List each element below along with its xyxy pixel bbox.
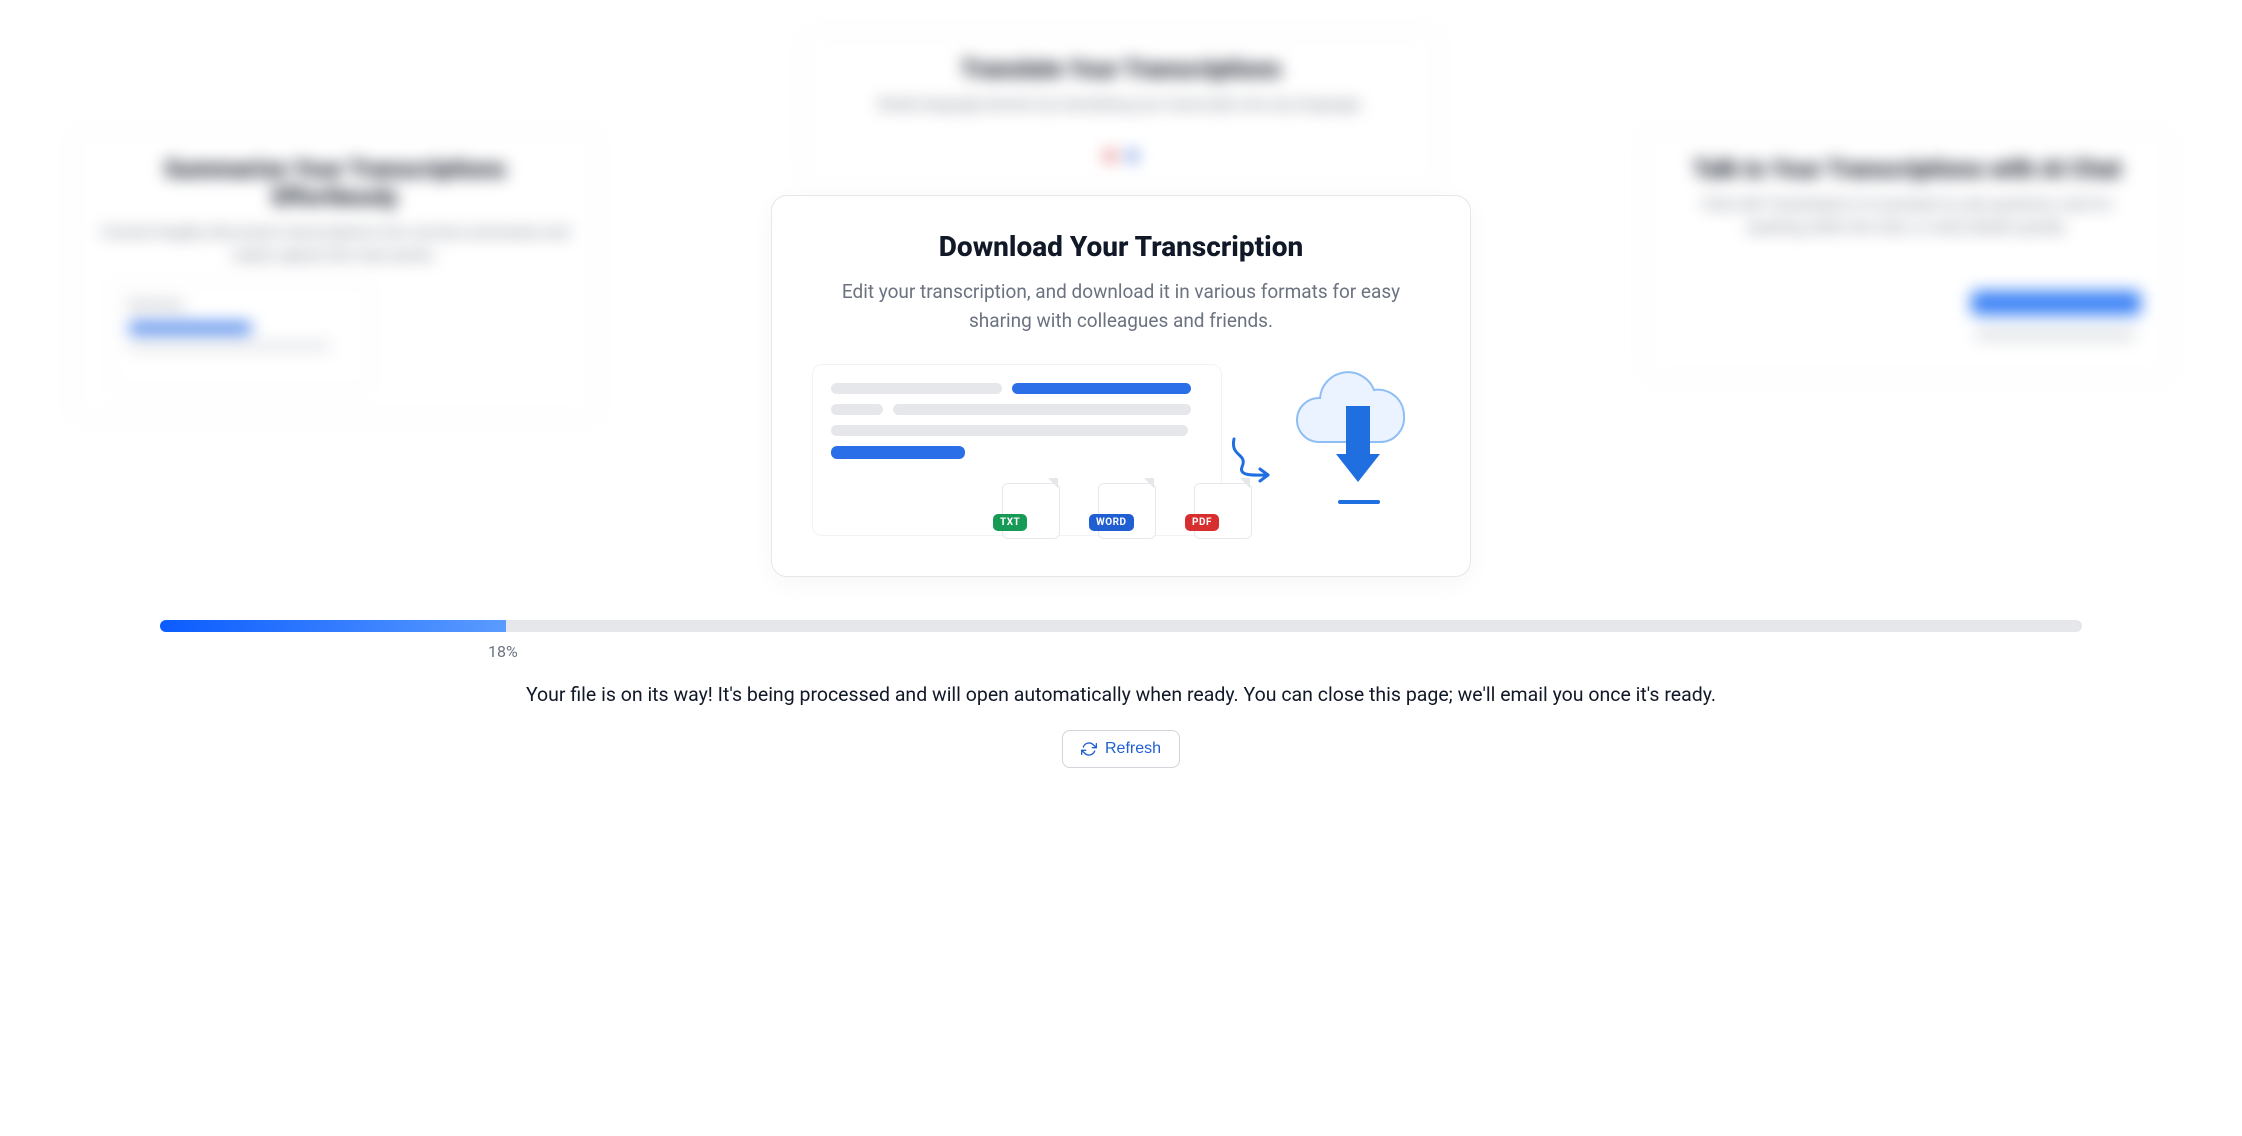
bg-card-subtitle: Convert lengthy discussion transcription… (101, 221, 569, 266)
format-badge-word: WORD (1089, 514, 1134, 531)
progress-bar (160, 620, 2082, 632)
format-file-row: TXT WORD PDF (993, 475, 1261, 539)
bg-card-aichat: Talk to Your Transcriptions with AI Chat… (1642, 130, 2172, 380)
refresh-icon (1081, 741, 1097, 757)
bg-card-title: Talk to Your Transcriptions with AI Chat (1673, 155, 2141, 183)
bg-card-title: Translate Your Transcriptions (832, 55, 1410, 83)
progress-bar-fill (160, 620, 506, 632)
progress-area: 18% Your file is on its way! It's being … (0, 620, 2242, 768)
bg-card-summarize: Summarize Your Transcriptions Effortless… (70, 130, 600, 420)
format-badge-txt: TXT (993, 514, 1027, 531)
format-word: WORD (1089, 475, 1165, 539)
progress-percent: 18% (488, 642, 518, 661)
cloud-download-icon (1280, 364, 1430, 498)
refresh-button-label: Refresh (1105, 740, 1161, 758)
progress-status-text: Your file is on its way! It's being proc… (526, 683, 1716, 706)
bg-card-subtitle: Chat with Transkriptor's AI assistant to… (1673, 193, 2141, 238)
download-card-title: Download Your Transcription (812, 230, 1430, 263)
format-pdf: PDF (1185, 475, 1261, 539)
download-card-subtitle: Edit your transcription, and download it… (812, 277, 1430, 336)
bg-card-subtitle: Break language barriers by translating y… (832, 93, 1410, 116)
format-badge-pdf: PDF (1185, 514, 1219, 531)
refresh-button[interactable]: Refresh (1062, 730, 1180, 768)
bg-card-title: Summarize Your Transcriptions Effortless… (101, 155, 569, 211)
download-illustration: TXT WORD PDF (812, 364, 1430, 536)
format-txt: TXT (993, 475, 1069, 539)
bg-card-translate: Translate Your Transcriptions Break lang… (801, 30, 1441, 190)
doc-preview: TXT WORD PDF (812, 364, 1222, 536)
bg-panel-label: Summary (128, 298, 354, 313)
download-card: Download Your Transcription Edit your tr… (771, 195, 1471, 577)
